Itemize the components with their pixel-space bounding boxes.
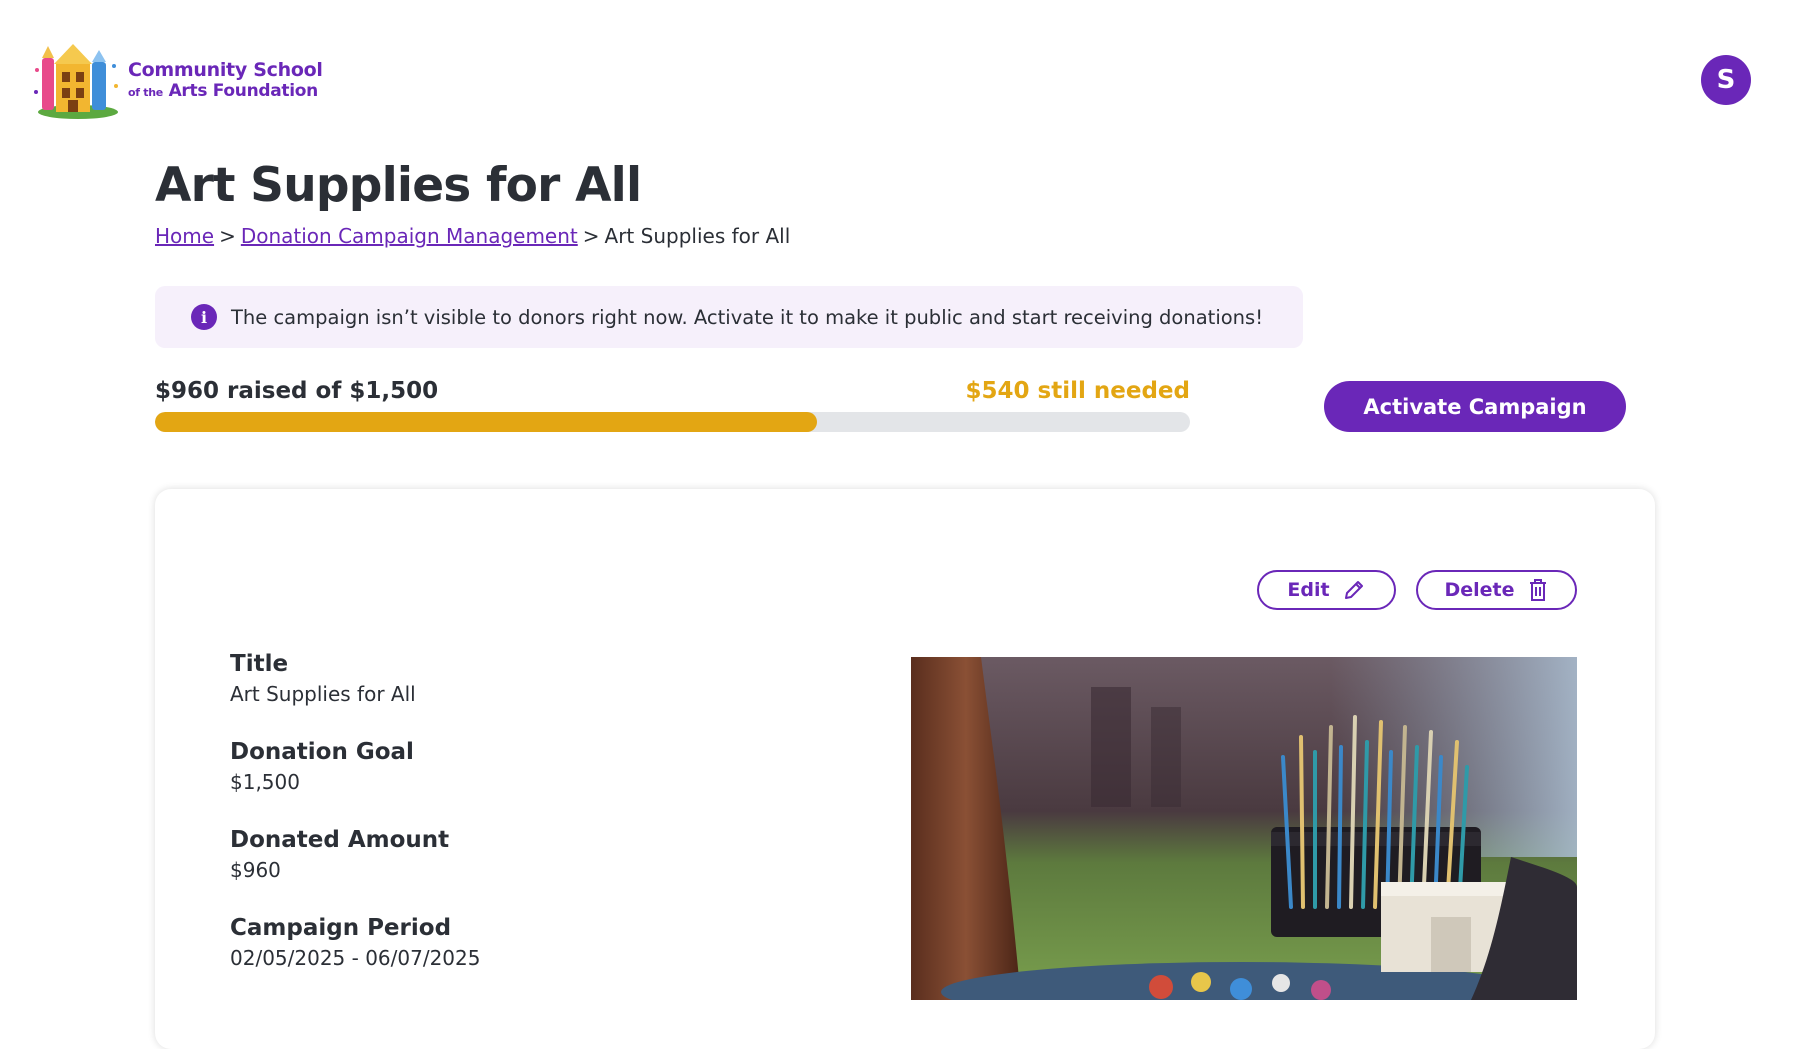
breadcrumb: Home > Donation Campaign Management > Art Su… (155, 224, 790, 248)
edit-button[interactable]: Edit (1257, 570, 1396, 610)
logo-line-2: of the Arts Foundation (128, 80, 323, 101)
detail-title-label: Title (230, 651, 289, 677)
paintbrushes-photo (911, 657, 1577, 1000)
detail-title-value: Art Supplies for All (230, 682, 416, 706)
pencil-icon (1344, 581, 1363, 599)
breadcrumb-campaign-management-link[interactable]: Donation Campaign Management (241, 224, 578, 248)
organization-name: Community School of the Arts Foundation (128, 58, 323, 101)
delete-button-label: Delete (1444, 579, 1515, 601)
delete-button[interactable]: Delete (1416, 570, 1577, 610)
donation-progress-fill (155, 412, 818, 432)
breadcrumb-home-link[interactable]: Home (155, 224, 214, 248)
detail-campaign-period: Campaign Period 02/05/2025 - 06/07/2025 (230, 915, 480, 970)
breadcrumb-separator: > (219, 224, 236, 248)
detail-goal-label: Donation Goal (230, 739, 414, 765)
activate-campaign-button[interactable]: Activate Campaign (1324, 381, 1626, 432)
school-building-logo-icon (34, 44, 118, 119)
user-avatar[interactable]: S (1701, 55, 1751, 105)
detail-donated-amount: Donated Amount $960 (230, 827, 449, 882)
detail-donated-value: $960 (230, 858, 281, 882)
edit-button-label: Edit (1287, 579, 1330, 601)
detail-donated-label: Donated Amount (230, 827, 450, 853)
inactive-campaign-notice: i The campaign isn’t visible to donors r… (155, 286, 1303, 348)
breadcrumb-separator: > (582, 224, 600, 248)
detail-period-value: 02/05/2025 - 06/07/2025 (230, 946, 481, 970)
page-title: Art Supplies for All (155, 158, 642, 213)
donation-progress-bar (155, 412, 1190, 432)
trash-icon (1529, 579, 1546, 601)
logo-line-2-main: Arts Foundation (168, 80, 319, 101)
logo-line-1: Community School (128, 58, 323, 81)
detail-title: Title Art Supplies for All (230, 651, 416, 706)
organization-logo[interactable]: Community School of the Arts Foundation (32, 40, 323, 120)
detail-goal-value: $1,500 (230, 770, 300, 794)
campaign-image (911, 657, 1577, 1000)
detail-donation-goal: Donation Goal $1,500 (230, 739, 414, 794)
logo-line-2-small: of the (128, 85, 163, 99)
info-icon: i (191, 304, 217, 330)
amount-still-needed-text: $540 still needed (965, 378, 1190, 404)
amount-raised-text: $960 raised of $1,500 (155, 378, 439, 404)
notice-text: The campaign isn’t visible to donors rig… (231, 305, 1264, 329)
detail-period-label: Campaign Period (230, 915, 452, 941)
breadcrumb-current-page: Art Supplies for All (604, 224, 791, 248)
